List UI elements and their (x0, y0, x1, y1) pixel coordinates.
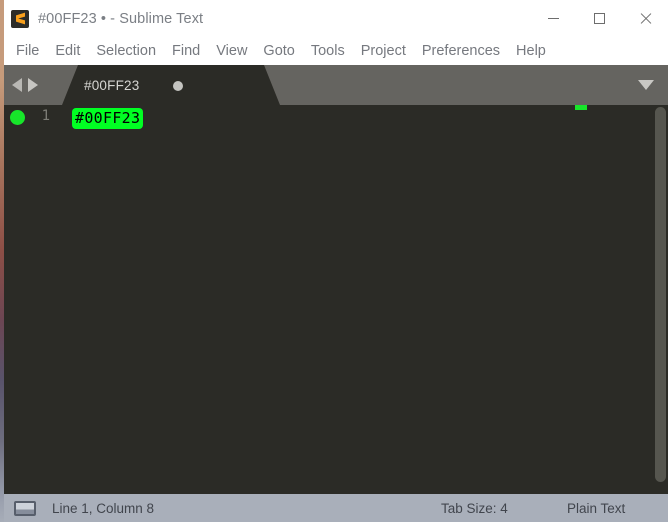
menu-item-view[interactable]: View (208, 40, 255, 63)
cursor-position-label: Line 1, Column 8 (52, 500, 155, 516)
close-icon (639, 12, 652, 25)
status-bar: Line 1, Column 8 Tab Size: 4 Plain Text (0, 494, 668, 522)
menu-item-find[interactable]: Find (164, 40, 208, 63)
tab-label: #00FF23 (84, 77, 140, 93)
menu-item-goto[interactable]: Goto (255, 40, 302, 63)
window-title: #00FF23 • - Sublime Text (38, 10, 204, 27)
code-line-1[interactable]: #00FF23 (72, 107, 144, 129)
close-button[interactable] (622, 0, 668, 37)
menu-item-preferences[interactable]: Preferences (414, 40, 508, 63)
vertical-scrollbar[interactable] (653, 105, 668, 494)
minimize-icon (547, 18, 559, 19)
menu-item-file[interactable]: File (8, 40, 47, 63)
sublime-text-window: #00FF23 • - Sublime Text File Edit Selec… (0, 0, 668, 522)
maximize-icon (593, 13, 605, 24)
minimize-button[interactable] (530, 0, 576, 37)
syntax-label[interactable]: Plain Text (567, 501, 625, 516)
menu-item-tools[interactable]: Tools (303, 40, 353, 63)
editor-minimap[interactable] (567, 105, 649, 494)
chevron-down-icon[interactable] (638, 80, 654, 90)
color-value-token[interactable]: #00FF23 (72, 107, 144, 129)
unsaved-dot-icon[interactable] (173, 81, 183, 91)
minimap-line-mark (575, 105, 587, 110)
editor-gutter: 1 (0, 105, 62, 494)
tab-navigation (12, 65, 38, 105)
arrow-left-icon[interactable] (12, 78, 22, 92)
menu-item-project[interactable]: Project (353, 40, 414, 63)
window-controls (530, 0, 668, 37)
scrollbar-thumb[interactable] (655, 107, 666, 482)
menu-item-edit[interactable]: Edit (47, 40, 88, 63)
editor-area[interactable]: 1 #00FF23 (0, 105, 668, 494)
window-left-edge (0, 0, 4, 522)
bookmark-dot-icon[interactable] (10, 110, 25, 125)
display-icon[interactable] (14, 500, 36, 516)
arrow-right-icon[interactable] (28, 78, 38, 92)
tab-bar: #00FF23 (0, 65, 668, 105)
title-bar: #00FF23 • - Sublime Text (0, 0, 668, 37)
sublime-text-logo-icon (11, 9, 29, 28)
line-number: 1 (41, 108, 50, 124)
menu-item-selection[interactable]: Selection (88, 40, 164, 63)
tab-00ff23[interactable]: #00FF23 (62, 65, 280, 105)
tab-size-label[interactable]: Tab Size: 4 (441, 501, 508, 516)
maximize-button[interactable] (576, 0, 622, 37)
menu-item-help[interactable]: Help (508, 40, 554, 63)
menu-bar: File Edit Selection Find View Goto Tools… (0, 37, 668, 65)
